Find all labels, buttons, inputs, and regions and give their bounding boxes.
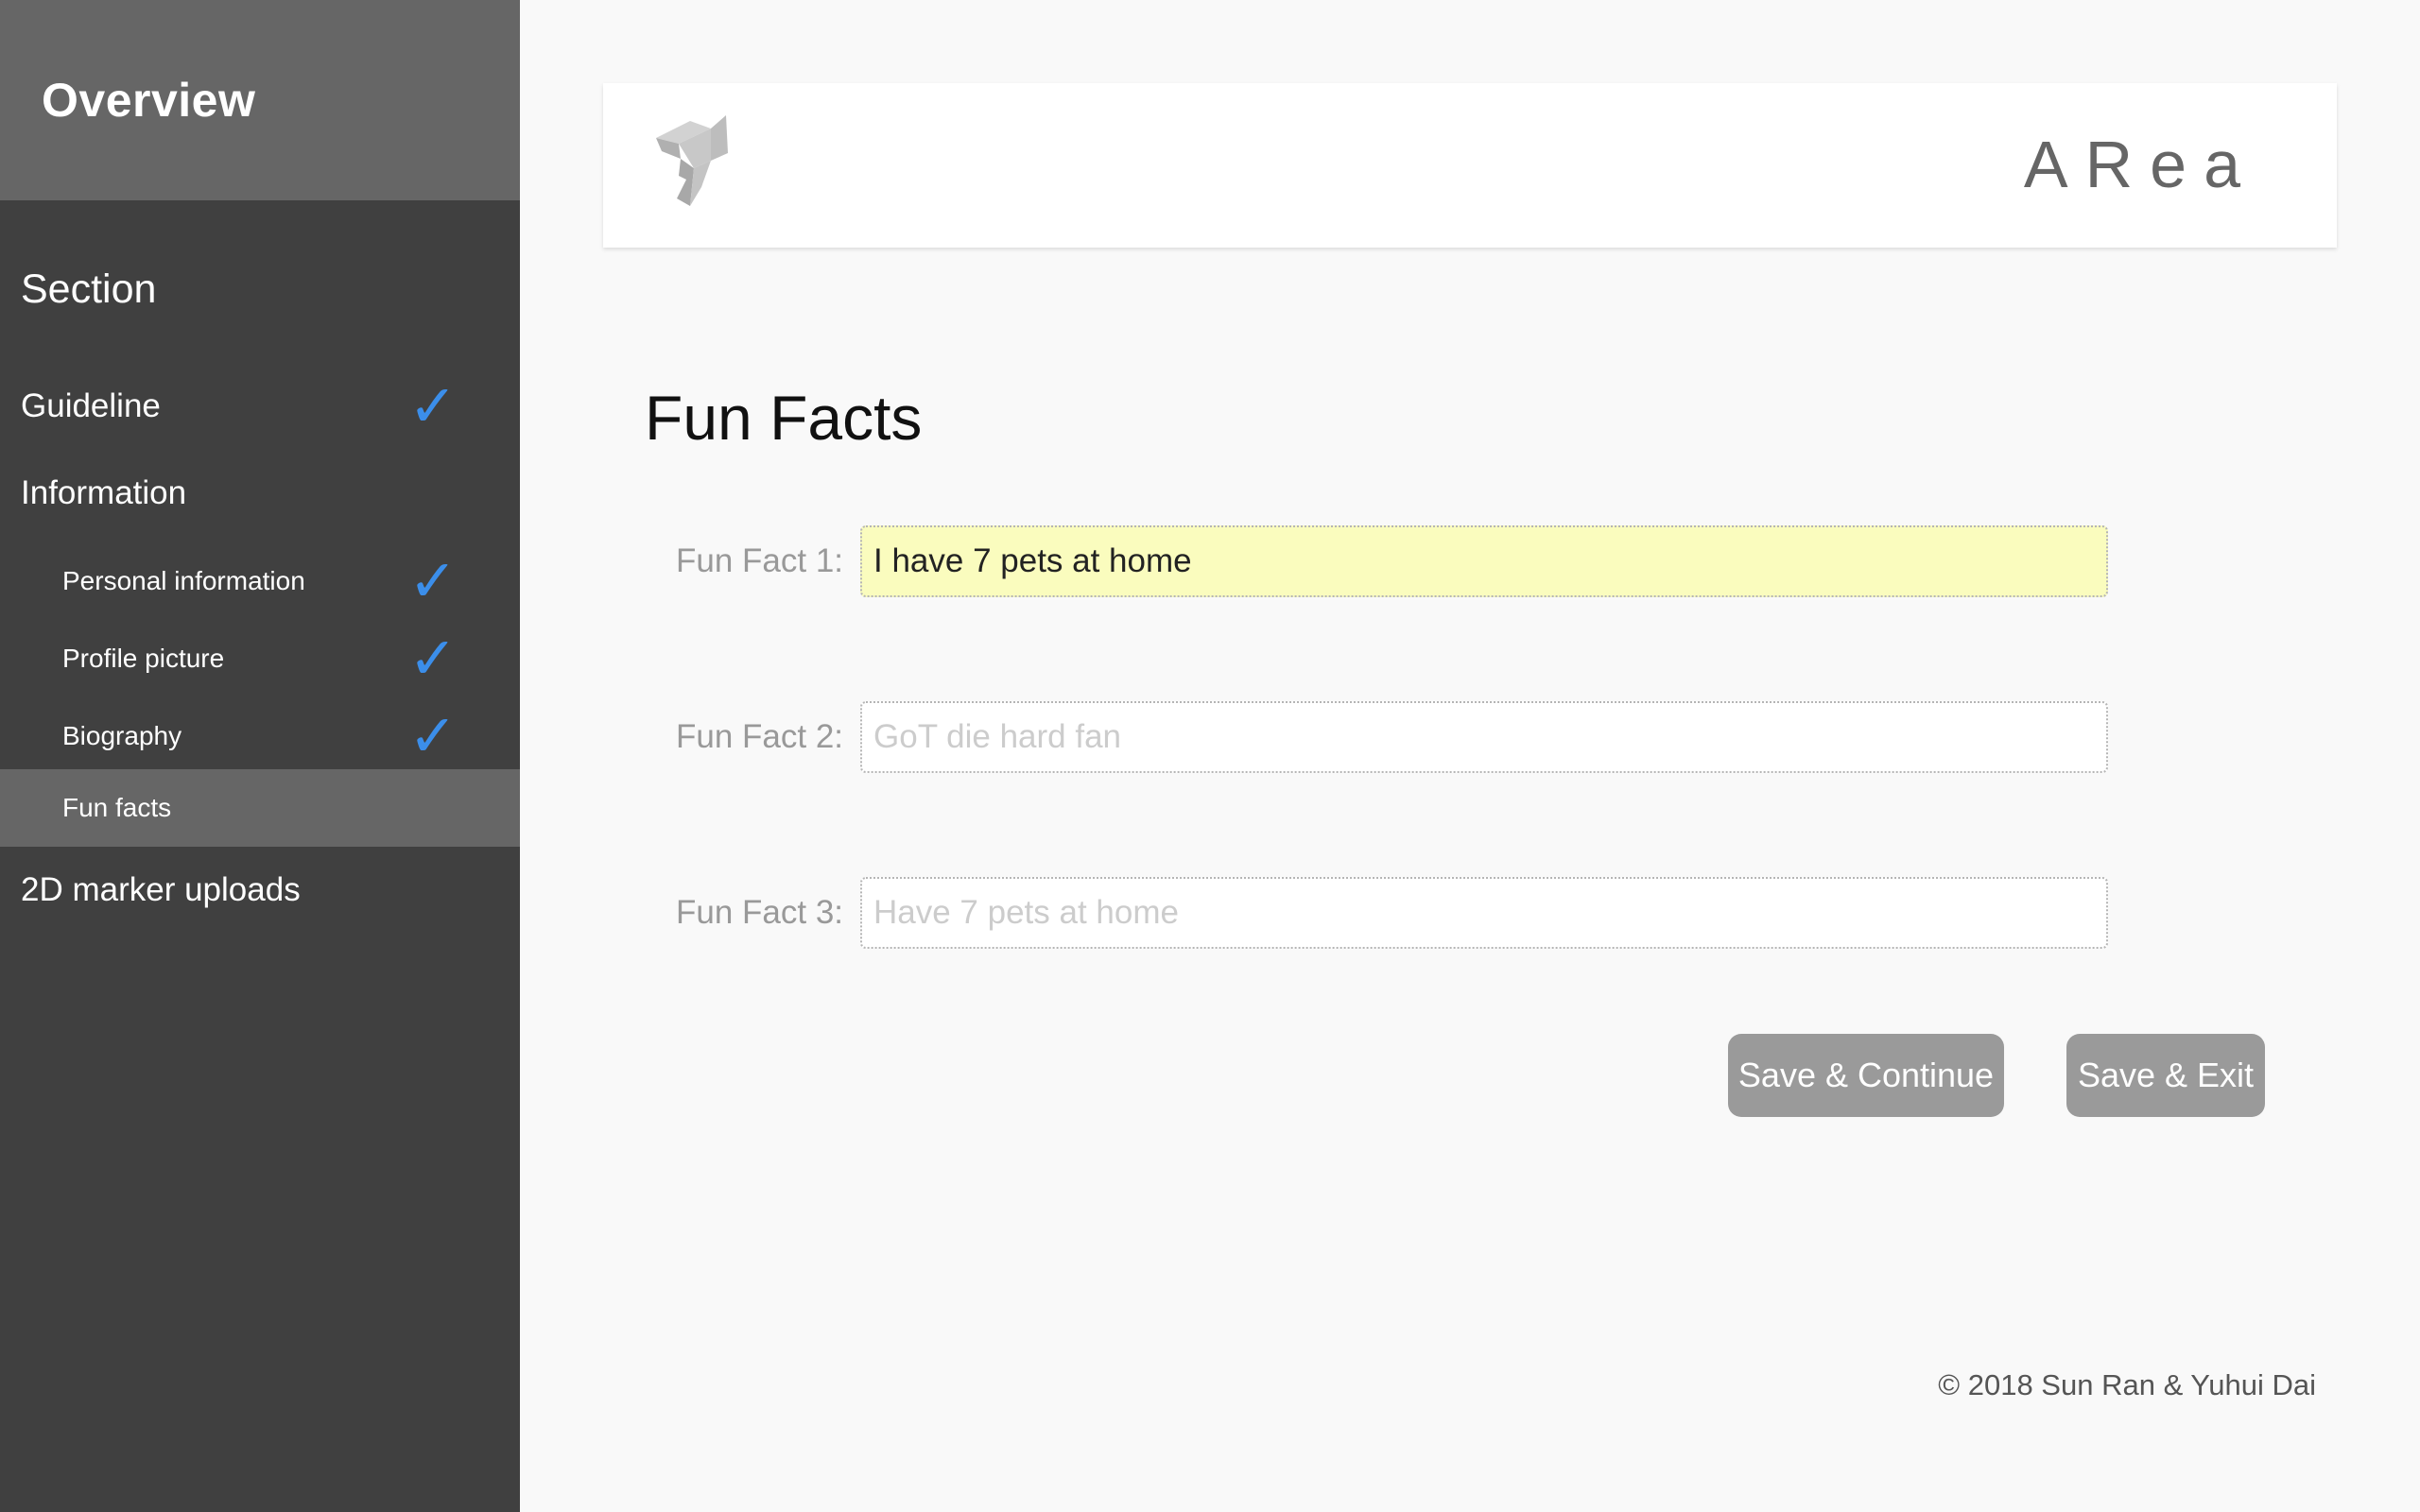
checkmark-icon: ✓ — [408, 546, 458, 615]
sidebar-item-label: Personal information — [62, 566, 305, 595]
checkmark-icon: ✓ — [408, 701, 458, 770]
brand-name: ARea — [2023, 128, 2257, 201]
fun-fact-2-label: Fun Fact 2: — [676, 718, 844, 755]
sidebar-item-label: Guideline — [21, 387, 161, 424]
sidebar-item-label: Profile picture — [62, 644, 225, 673]
sidebar-title[interactable]: Overview — [42, 73, 255, 128]
sidebar-item-label: Biography — [62, 721, 182, 750]
fun-fact-3-input[interactable] — [860, 877, 2108, 949]
sidebar-item-guideline[interactable]: Guideline ✓ — [0, 369, 520, 444]
sidebar-item-personal-information[interactable]: Personal information ✓ — [0, 542, 520, 620]
sidebar-item-biography[interactable]: Biography ✓ — [0, 697, 520, 775]
sidebar-item-label: Fun facts — [62, 793, 172, 822]
save-exit-button[interactable]: Save & Exit — [2066, 1034, 2265, 1117]
fun-fact-3-label: Fun Fact 3: — [676, 894, 844, 931]
section-heading: Section — [21, 266, 157, 312]
fun-fact-1-row: Fun Fact 1: — [645, 525, 2110, 597]
copyright-footer: © 2018 Sun Ran & Yuhui Dai — [1938, 1368, 2316, 1401]
sidebar-item-2d-marker-uploads[interactable]: 2D marker uploads — [0, 852, 520, 928]
sidebar-header: Overview — [0, 0, 520, 200]
save-continue-button[interactable]: Save & Continue — [1728, 1034, 2004, 1117]
checkmark-icon: ✓ — [408, 371, 458, 440]
sidebar-item-information[interactable]: Information — [0, 455, 520, 531]
sidebar-item-profile-picture[interactable]: Profile picture ✓ — [0, 620, 520, 697]
page-title: Fun Facts — [645, 383, 923, 453]
area-logo-icon[interactable] — [652, 113, 728, 208]
fun-fact-3-row: Fun Fact 3: — [645, 877, 2110, 949]
sidebar-item-label: 2D marker uploads — [21, 871, 301, 908]
sidebar: Overview Section Guideline ✓ Information… — [0, 0, 520, 1512]
sidebar-item-label: Information — [21, 474, 187, 511]
top-bar: ARea — [603, 83, 2337, 248]
fun-fact-2-input[interactable] — [860, 701, 2108, 773]
fun-fact-2-row: Fun Fact 2: — [645, 701, 2110, 773]
sidebar-item-fun-facts[interactable]: Fun facts — [0, 769, 520, 847]
fun-fact-1-input[interactable] — [860, 525, 2108, 597]
fun-fact-1-label: Fun Fact 1: — [676, 542, 844, 579]
checkmark-icon: ✓ — [408, 624, 458, 693]
